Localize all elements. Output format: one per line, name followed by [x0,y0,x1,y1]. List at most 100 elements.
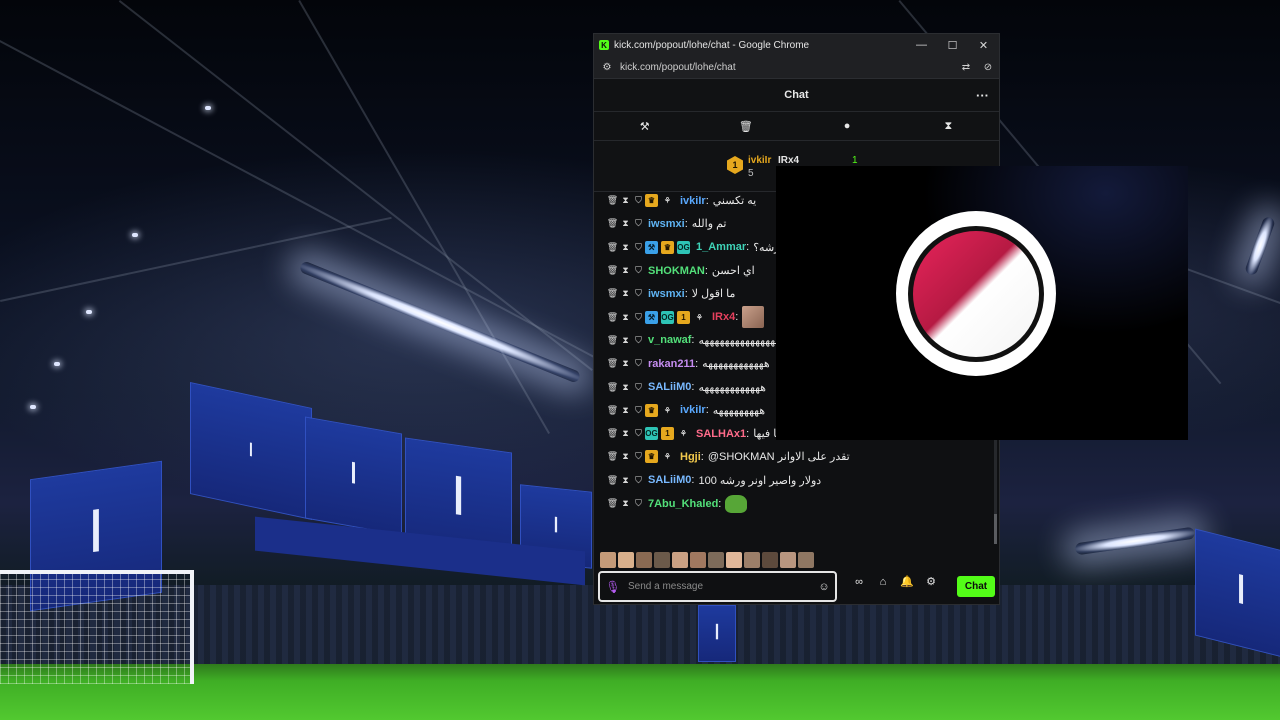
chat-username[interactable]: 1_Ammar [696,241,746,253]
moderator-badge-icon: ⚒ [645,310,658,324]
ban-icon[interactable]: ⛉ [632,288,645,299]
ban-icon[interactable]: ⛉ [632,218,645,229]
close-button[interactable]: ✕ [968,39,999,52]
site-settings-icon[interactable]: ⚙ [598,62,616,73]
timeout-icon[interactable]: ⧗ [619,195,632,206]
gear-icon[interactable]: ⚙ [919,575,943,588]
trash-icon[interactable]: 🗑 [695,112,796,140]
username-separator: : [691,474,695,487]
chat-username[interactable]: ivkiIr [680,195,706,207]
scroll-thumb[interactable] [994,514,997,544]
ban-icon[interactable]: ⛉ [632,312,645,323]
ban-icon[interactable]: ⛉ [632,428,645,439]
hammer-icon[interactable]: ⚒ [594,112,695,140]
delete-message-icon[interactable]: 🗑 [606,242,619,253]
ban-icon[interactable]: ⛉ [632,451,645,462]
ban-icon[interactable]: ⛉ [632,265,645,276]
delete-message-icon[interactable]: 🗑 [606,335,619,346]
ban-icon[interactable]: ⛉ [632,475,645,486]
chat-username[interactable]: v_nawaf [648,334,691,346]
chatter-avatar[interactable] [726,552,742,568]
delete-message-icon[interactable]: 🗑 [606,312,619,323]
delete-message-icon[interactable]: 🗑 [606,195,619,206]
light-dot [205,106,211,110]
visibility-off-icon[interactable]: ⊘ [977,62,999,73]
message-composer: 🎙 ☺ [598,571,837,602]
bell-icon[interactable]: 🔔 [895,575,919,588]
chat-username[interactable]: SHOKMAN [648,265,705,277]
chatter-avatar[interactable] [636,552,652,568]
delete-message-icon[interactable]: 🗑 [606,498,619,509]
microphone-icon[interactable]: 🎙 [600,580,626,594]
hourglass-icon[interactable]: ⧗ [898,112,999,140]
timeout-icon[interactable]: ⧗ [619,312,632,323]
ban-icon[interactable]: ⛉ [632,382,645,393]
chat-username[interactable]: SALHAx1 [696,428,746,440]
minimize-button[interactable]: — [906,39,937,51]
chat-title: Chat [784,89,809,101]
username-separator: : [718,497,722,510]
roof-truss [118,0,593,371]
chatter-avatar[interactable] [798,552,814,568]
chatter-avatar[interactable] [672,552,688,568]
ban-icon[interactable]: ⛉ [632,498,645,509]
emoji-picker-icon[interactable]: ☺ [813,581,835,593]
delete-message-icon[interactable]: 🗑 [606,265,619,276]
chat-username[interactable]: ivkiIr [680,404,706,416]
timeout-icon[interactable]: ⧗ [619,265,632,276]
chatter-avatar[interactable] [690,552,706,568]
timeout-icon[interactable]: ⧗ [619,218,632,229]
leader-username[interactable]: ivkiIr [748,155,771,166]
chat-username[interactable]: 7Abu_Khaled [648,498,718,510]
timeout-icon[interactable]: ⧗ [619,335,632,346]
delete-message-icon[interactable]: 🗑 [606,405,619,416]
chat-bubble-icon[interactable]: ● [797,112,898,140]
timeout-icon[interactable]: ⧗ [619,382,632,393]
chat-username[interactable]: Hgji [680,451,701,463]
url-text[interactable]: kick.com/popout/lohe/chat [616,62,955,73]
kick-favicon-icon: K [599,40,609,50]
delete-message-icon[interactable]: 🗑 [606,358,619,369]
timeout-icon[interactable]: ⧗ [619,358,632,369]
delete-message-icon[interactable]: 🗑 [606,451,619,462]
chat-username[interactable]: SALiiM0 [648,474,691,486]
ban-icon[interactable]: ⛉ [632,405,645,416]
chatter-avatar[interactable] [708,552,724,568]
chatter-avatar[interactable] [762,552,778,568]
chat-username[interactable]: iwsmxi [648,218,685,230]
timeout-icon[interactable]: ⧗ [619,428,632,439]
chat-username[interactable]: IRx4 [712,311,735,323]
store-icon[interactable]: ⌂ [871,576,895,588]
timeout-icon[interactable]: ⧗ [619,405,632,416]
delete-message-icon[interactable]: 🗑 [606,382,619,393]
message-input[interactable] [626,580,813,593]
delete-message-icon[interactable]: 🗑 [606,428,619,439]
chatter-avatar[interactable] [654,552,670,568]
chatter-avatar[interactable] [780,552,796,568]
timeout-icon[interactable]: ⧗ [619,451,632,462]
chatter-avatar[interactable] [618,552,634,568]
timeout-icon[interactable]: ⧗ [619,475,632,486]
ban-icon[interactable]: ⛉ [632,335,645,346]
translate-icon[interactable]: ⇄ [955,62,977,73]
delete-message-icon[interactable]: 🗑 [606,288,619,299]
more-options-icon[interactable]: ··· [976,88,989,103]
timeout-icon[interactable]: ⧗ [619,498,632,509]
chatter-avatar[interactable] [744,552,760,568]
ban-icon[interactable]: ⛉ [632,242,645,253]
chat-username[interactable]: SALiiM0 [648,381,691,393]
timeout-icon[interactable]: ⧗ [619,242,632,253]
chat-username[interactable]: iwsmxi [648,288,685,300]
send-chat-button[interactable]: Chat [957,576,995,597]
delete-message-icon[interactable]: 🗑 [606,218,619,229]
chatter-avatar[interactable] [600,552,616,568]
light-dot [132,233,138,237]
ban-icon[interactable]: ⛉ [632,195,645,206]
ban-icon[interactable]: ⛉ [632,358,645,369]
timeout-icon[interactable]: ⧗ [619,288,632,299]
chat-username[interactable]: rakan211 [648,358,695,370]
points-icon[interactable]: ∞ [847,576,871,588]
delete-message-icon[interactable]: 🗑 [606,475,619,486]
maximize-button[interactable]: ☐ [937,39,968,52]
leader-username[interactable]: IRx4 [778,155,799,166]
